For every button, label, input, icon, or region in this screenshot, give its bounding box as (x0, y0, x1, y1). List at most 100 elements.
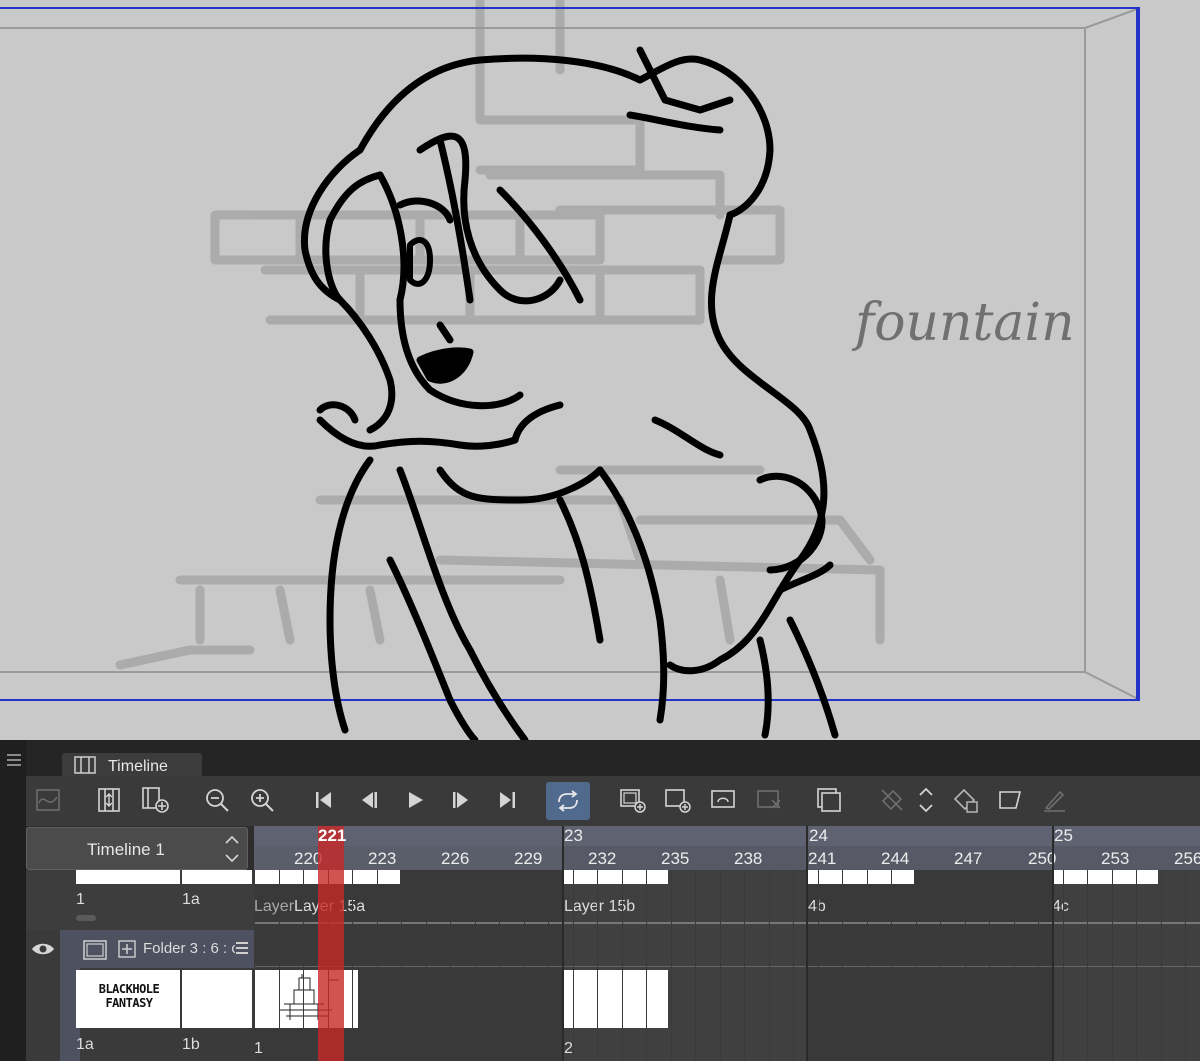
cel-thumbnail (182, 970, 252, 1028)
cel-thumbnail (1052, 870, 1158, 884)
folder-icon (83, 940, 107, 960)
frame-divider (867, 870, 868, 1061)
drawing-canvas[interactable]: fountain (0, 0, 1200, 740)
edit-cel-icon[interactable] (994, 784, 1026, 816)
cel-thumbnail (76, 870, 180, 884)
cel-label: 1 (76, 891, 85, 908)
graph-editor-icon[interactable] (32, 784, 64, 816)
section-label: 24 (809, 826, 828, 845)
frame-divider (891, 870, 892, 1061)
cel-label: 1 (254, 1040, 263, 1057)
timeline-toolbar (26, 776, 1200, 826)
new-animation-cel-icon[interactable] (139, 784, 171, 816)
frame-divider (989, 870, 990, 1061)
delete-cel-icon[interactable] (754, 784, 786, 816)
cel-thumbnail (564, 970, 668, 1028)
cel-label: Layer (254, 898, 295, 915)
frame-divider (450, 870, 451, 1061)
specify-cel-icon[interactable] (708, 784, 740, 816)
folder-name: Folder 3 : 6 : cc (143, 940, 235, 957)
playhead[interactable]: 221 (318, 826, 347, 1061)
disable-tween-icon[interactable] (876, 784, 908, 816)
pen-icon[interactable] (1038, 784, 1070, 816)
frame-divider (818, 870, 819, 1061)
frame-divider (254, 870, 255, 1061)
frame-divider (1014, 870, 1015, 1061)
folder-row[interactable]: Folder 3 : 6 : cc (60, 930, 254, 968)
frame-number: 256 (1174, 849, 1200, 868)
first-frame-icon[interactable] (308, 784, 340, 816)
loop-playback-icon[interactable] (546, 782, 590, 820)
frame-number: 226 (441, 849, 470, 868)
play-icon[interactable] (399, 784, 431, 816)
new-layer-icon[interactable] (616, 784, 648, 816)
frame-divider (573, 870, 574, 1061)
frame-divider (793, 870, 794, 1061)
expand-plus-icon[interactable] (118, 940, 136, 958)
cel-label: 4b (808, 898, 826, 915)
frame-divider (597, 870, 598, 1061)
section-divider (806, 826, 808, 1061)
cel-thumbnail (564, 870, 668, 884)
current-frame-label: 221 (318, 826, 347, 845)
timeline-icon (74, 756, 96, 774)
cel-label: Layer 15b (564, 898, 636, 915)
frame-divider (1063, 870, 1064, 1061)
frame-number: 241 (808, 849, 837, 868)
onion-skin-icon[interactable] (813, 784, 845, 816)
next-frame-icon[interactable] (445, 784, 477, 816)
frame-divider (940, 870, 941, 1061)
stepper-icon[interactable] (913, 784, 939, 816)
frame-divider (1185, 870, 1186, 1061)
frame-divider (279, 870, 280, 1061)
track-1-frames[interactable]: Layer Layer 15a Layer 15b 4b 4c (254, 870, 1200, 930)
frame-divider (622, 870, 623, 1061)
frame-divider (916, 870, 917, 1061)
last-frame-icon[interactable] (491, 784, 523, 816)
clear-cel-icon[interactable] (950, 784, 982, 816)
cel-thumbnail (182, 870, 252, 884)
frame-divider (401, 870, 402, 1061)
eye-icon[interactable] (26, 930, 60, 968)
timeline-name: Timeline 1 (87, 840, 165, 859)
frame-number: 244 (881, 849, 910, 868)
cel-label: 2 (564, 1040, 573, 1057)
folder-menu-icon[interactable] (236, 942, 248, 954)
fountain-annotation: fountain (851, 293, 1075, 353)
zoom-in-icon[interactable] (246, 784, 278, 816)
track-header[interactable]: BLACKHOLE FANTASY 1a 1b (26, 968, 254, 1061)
chevron-updown-icon[interactable] (223, 834, 241, 864)
folder-frames (254, 930, 1200, 968)
cel-label: 1a (76, 1036, 94, 1053)
frame-divider (352, 870, 353, 1061)
frame-divider (1136, 870, 1137, 1061)
add-frame-icon[interactable] (662, 784, 694, 816)
track-header[interactable]: 1 1a (26, 870, 254, 930)
timeline-panel: Timeline Timeline 1 23 24 25 220 223 226… (0, 740, 1200, 1061)
scroll-handle[interactable] (76, 915, 96, 921)
frame-number: 247 (954, 849, 983, 868)
hamburger-menu-icon[interactable] (7, 754, 21, 766)
new-animation-folder-icon[interactable] (93, 784, 125, 816)
cel-label: 1a (182, 891, 200, 908)
frame-number: 235 (661, 849, 690, 868)
frame-divider (475, 870, 476, 1061)
cel-label: 4c (1052, 898, 1069, 915)
frame-divider (1087, 870, 1088, 1061)
tab-timeline[interactable]: Timeline (62, 753, 202, 776)
frame-divider (1112, 870, 1113, 1061)
frame-divider (842, 870, 843, 1061)
timeline-select[interactable]: Timeline 1 (26, 827, 248, 870)
frame-divider (377, 870, 378, 1061)
frame-divider (671, 870, 672, 1061)
frame-number: 238 (734, 849, 763, 868)
section-label: 23 (564, 826, 583, 845)
previous-frame-icon[interactable] (353, 784, 385, 816)
panel-gutter (0, 740, 26, 1061)
section-label: 25 (1054, 826, 1073, 845)
logo: BLACKHOLE FANTASY (98, 982, 160, 1010)
frame-number: 253 (1101, 849, 1130, 868)
track-2-frames[interactable]: 1 2 (254, 968, 1200, 1061)
frame-ruler[interactable]: 23 24 25 220 223 226 229 232 235 238 241… (254, 826, 1200, 870)
zoom-out-icon[interactable] (201, 784, 233, 816)
